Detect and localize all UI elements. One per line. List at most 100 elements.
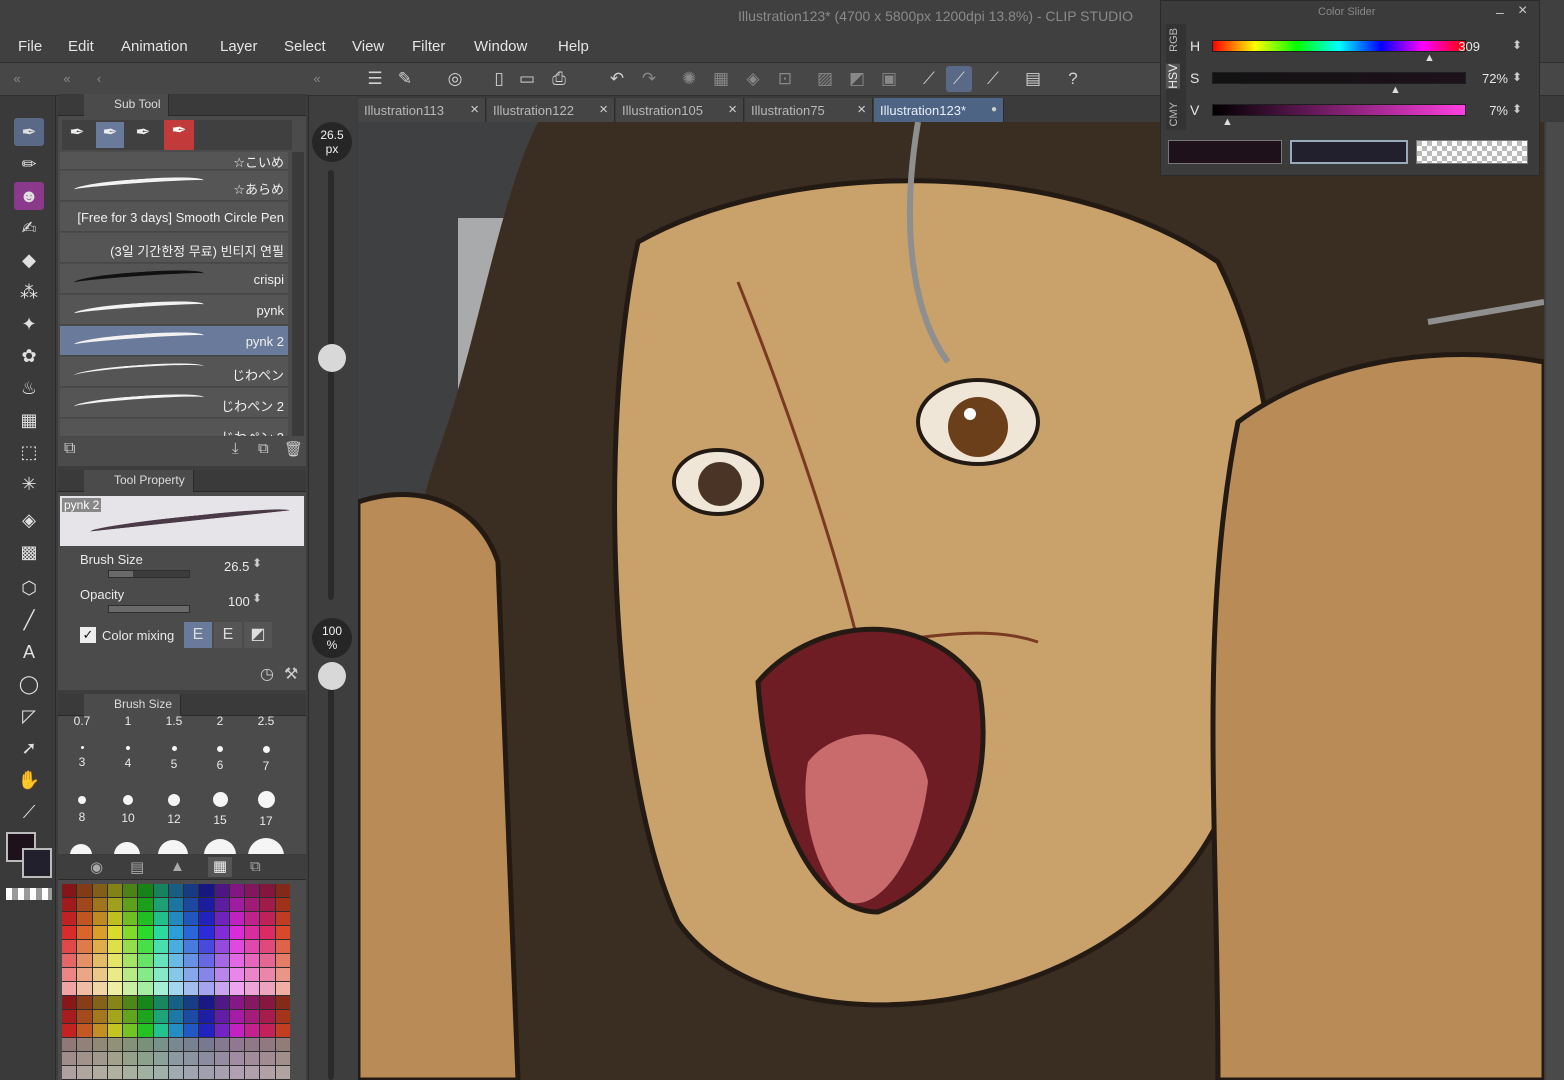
- palette-swatch[interactable]: [260, 1038, 275, 1051]
- palette-swatch[interactable]: [123, 940, 138, 953]
- palette-swatch[interactable]: [214, 884, 229, 897]
- palette-swatch[interactable]: [184, 968, 199, 981]
- palette-swatch[interactable]: [260, 1010, 275, 1023]
- palette-swatch[interactable]: [92, 982, 107, 995]
- brush-group-icon[interactable]: ✒: [130, 122, 156, 148]
- collapse-panel-icon[interactable]: «: [54, 66, 80, 92]
- size-preset[interactable]: 17: [246, 791, 286, 828]
- palette-swatch[interactable]: [107, 940, 123, 953]
- palette-swatch[interactable]: [168, 912, 184, 925]
- frame-icon[interactable]: ▦: [14, 406, 44, 434]
- palette-swatch[interactable]: [229, 1052, 245, 1065]
- palette-swatch[interactable]: [245, 1024, 260, 1037]
- palette-swatch[interactable]: [62, 926, 77, 939]
- deselect-icon[interactable]: ▨: [812, 66, 838, 92]
- palette-swatch[interactable]: [123, 912, 138, 925]
- palette-swatch[interactable]: [260, 1024, 275, 1037]
- palette-swatch[interactable]: [214, 926, 229, 939]
- palette-swatch[interactable]: [138, 968, 153, 981]
- menu-layer[interactable]: Layer: [220, 38, 258, 55]
- palette-swatch[interactable]: [184, 982, 199, 995]
- palette-swatch[interactable]: [62, 1038, 77, 1051]
- palette-swatch[interactable]: [260, 884, 275, 897]
- palette-swatch[interactable]: [153, 1024, 168, 1037]
- magic-wand-icon[interactable]: ✳: [14, 470, 44, 498]
- palette-swatch[interactable]: [199, 1066, 214, 1079]
- brush-row[interactable]: ☆こいめ: [60, 152, 288, 170]
- hue-value[interactable]: 309: [1440, 39, 1480, 54]
- canvas-scrollbar[interactable]: [1546, 122, 1564, 1080]
- palette-swatch[interactable]: [77, 1010, 92, 1023]
- menu-filter[interactable]: Filter: [412, 38, 445, 55]
- palette-swatch[interactable]: [168, 1052, 184, 1065]
- intermediate-color-tab-icon[interactable]: ▤: [130, 858, 144, 876]
- palette-swatch[interactable]: [77, 1038, 92, 1051]
- palette-swatch[interactable]: [199, 968, 214, 981]
- close-icon[interactable]: ×: [1518, 2, 1527, 20]
- palette-swatch[interactable]: [260, 1066, 275, 1079]
- color-mixing-mode-blend[interactable]: E: [184, 622, 212, 648]
- device-icon[interactable]: ▤: [1020, 66, 1046, 92]
- palette-swatch[interactable]: [62, 940, 77, 953]
- palette-swatch[interactable]: [229, 940, 245, 953]
- trash-icon[interactable]: 🗑: [284, 440, 303, 458]
- size-preset[interactable]: 1.5: [154, 714, 194, 726]
- palette-swatch[interactable]: [214, 968, 229, 981]
- hue-marker-icon[interactable]: ▲: [1424, 52, 1435, 64]
- doc-tab[interactable]: Illustration75 ×: [745, 98, 873, 122]
- palette-swatch[interactable]: [275, 912, 290, 925]
- doc-tab[interactable]: Illustration105 ×: [616, 98, 744, 122]
- palette-swatch[interactable]: [62, 1052, 77, 1065]
- palette-swatch[interactable]: [123, 884, 138, 897]
- mode-tab-cmy[interactable]: CMY: [1168, 102, 1180, 126]
- palette-swatch[interactable]: [123, 954, 138, 967]
- pen-group-active-icon[interactable]: ✒: [96, 122, 124, 148]
- special-ruler-icon[interactable]: ⟋: [980, 66, 1006, 92]
- palette-swatch[interactable]: [275, 1066, 290, 1079]
- palette-swatch[interactable]: [275, 996, 290, 1009]
- fill-icon[interactable]: ▦: [708, 66, 734, 92]
- mode-tab-rgb[interactable]: RGB: [1168, 28, 1180, 52]
- palette-swatch[interactable]: [77, 1066, 92, 1079]
- shape-icon[interactable]: ◸: [14, 702, 44, 730]
- palette-swatch[interactable]: [123, 1038, 138, 1051]
- palette-swatch[interactable]: [214, 996, 229, 1009]
- brush-row[interactable]: じわペン 3: [60, 419, 288, 437]
- value-marker-icon[interactable]: ▲: [1222, 116, 1233, 128]
- value-slider[interactable]: [1212, 104, 1466, 116]
- palette-swatch[interactable]: [184, 926, 199, 939]
- brush-row[interactable]: (3일 기간한정 무료) 빈티지 연필: [60, 233, 288, 263]
- palette-swatch[interactable]: [214, 982, 229, 995]
- menu-window[interactable]: Window: [474, 38, 527, 55]
- palette-swatch[interactable]: [153, 912, 168, 925]
- palette-swatch[interactable]: [92, 996, 107, 1009]
- palette-swatch[interactable]: [245, 940, 260, 953]
- palette-swatch[interactable]: [62, 898, 77, 911]
- palette-swatch[interactable]: [184, 884, 199, 897]
- palette-swatch[interactable]: [214, 1066, 229, 1079]
- palette-swatch[interactable]: [77, 982, 92, 995]
- wrench-icon[interactable]: ⚒: [284, 664, 298, 684]
- palette-swatch[interactable]: [184, 996, 199, 1009]
- clock-icon[interactable]: ◷: [260, 664, 274, 684]
- palette-swatch[interactable]: [123, 968, 138, 981]
- palette-swatch[interactable]: [107, 954, 123, 967]
- open-icon[interactable]: ▭: [514, 66, 540, 92]
- palette-swatch[interactable]: [199, 912, 214, 925]
- palette-swatch[interactable]: [260, 996, 275, 1009]
- palette-swatch[interactable]: [153, 1010, 168, 1023]
- download-icon[interactable]: ⤓: [232, 440, 239, 457]
- redo-icon[interactable]: ↷: [636, 66, 662, 92]
- blend-icon[interactable]: ♨: [14, 374, 44, 402]
- palette-swatch[interactable]: [184, 912, 199, 925]
- palette-swatch[interactable]: [199, 1024, 214, 1037]
- palette-swatch[interactable]: [260, 1052, 275, 1065]
- palette-swatch[interactable]: [184, 1066, 199, 1079]
- tool-property-tab[interactable]: Tool Property: [84, 470, 194, 492]
- eraser-icon[interactable]: ◆: [14, 246, 44, 274]
- palette-swatch[interactable]: [153, 968, 168, 981]
- palette-swatch[interactable]: [275, 1038, 290, 1051]
- palette-swatch[interactable]: [92, 940, 107, 953]
- palette-swatch[interactable]: [275, 1010, 290, 1023]
- palette-swatch[interactable]: [168, 954, 184, 967]
